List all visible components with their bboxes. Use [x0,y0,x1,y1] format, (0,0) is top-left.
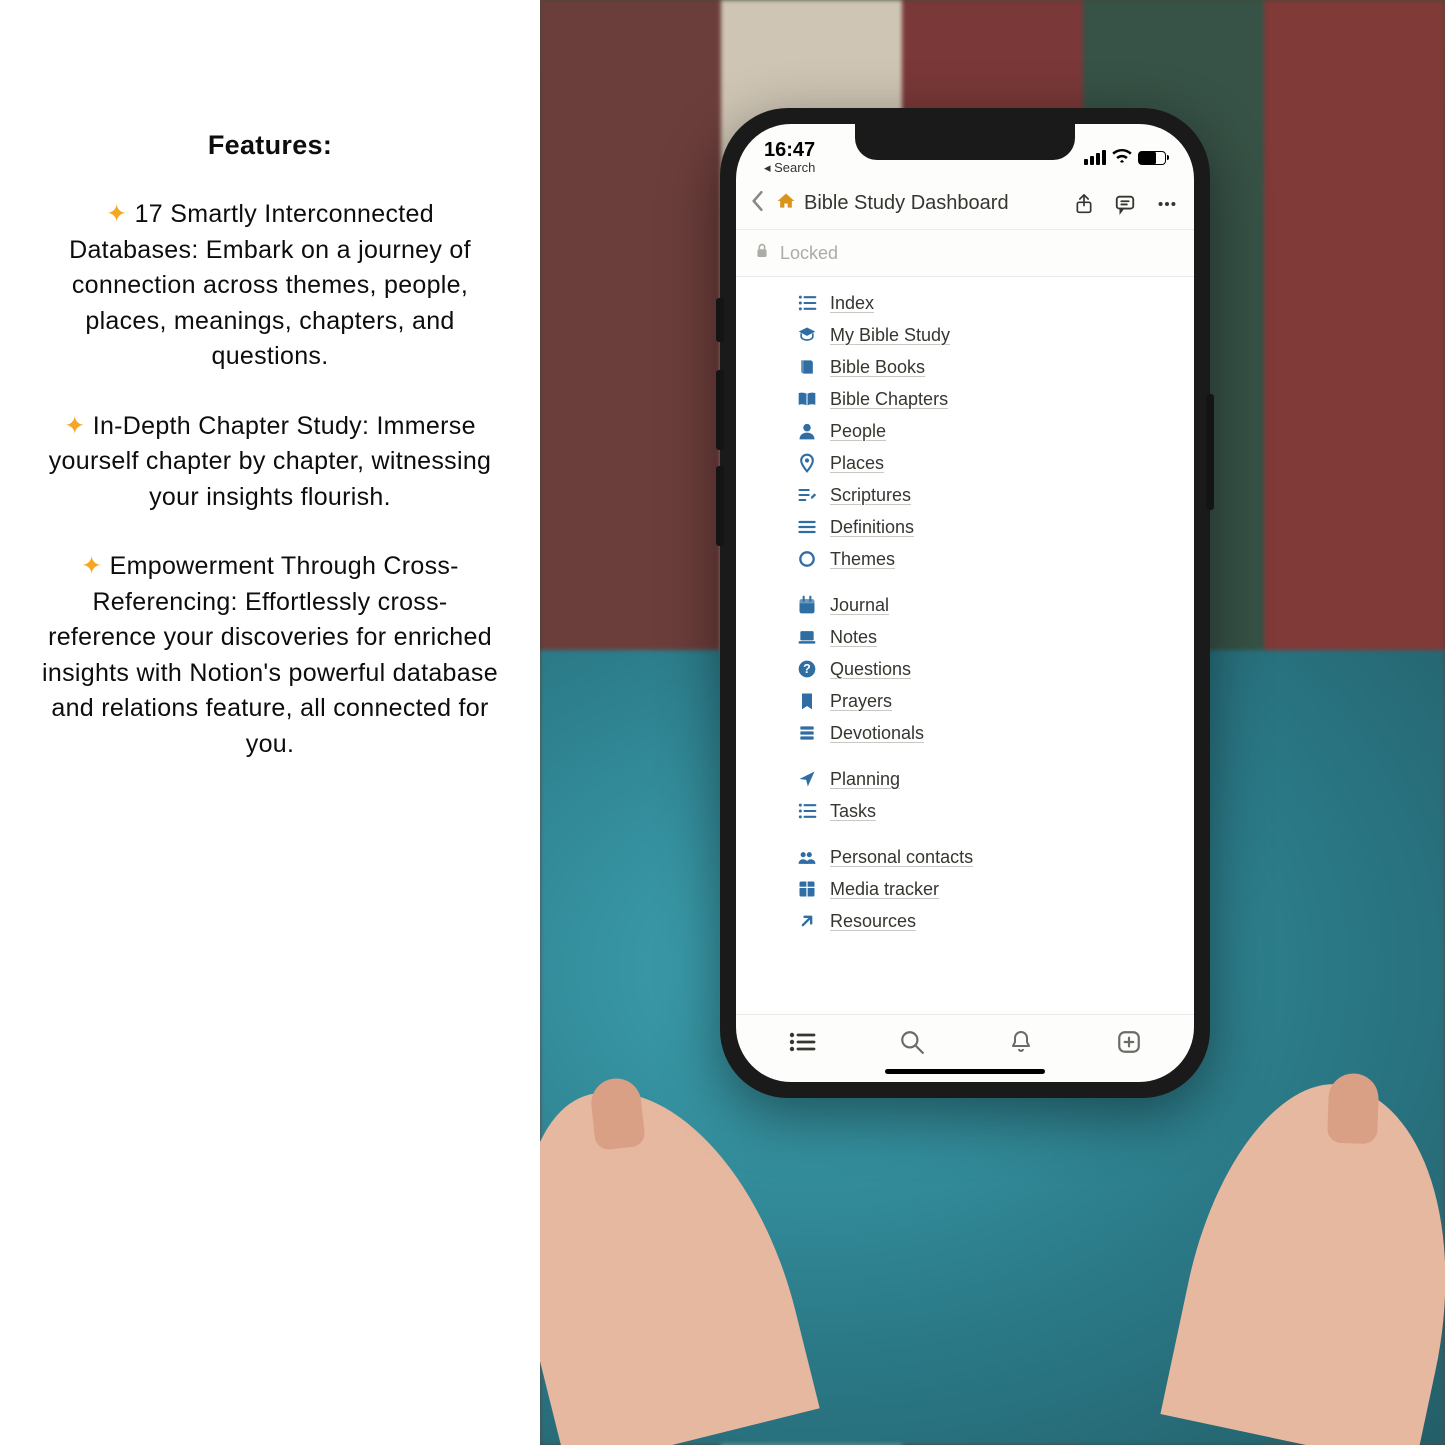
page-link-journal[interactable]: Journal [796,589,1194,621]
open-book-icon [796,389,818,409]
link-label: People [830,421,886,442]
link-label: My Bible Study [830,325,950,346]
feature-3-text: Empowerment Through Cross-Referencing: E… [42,552,498,758]
pin-icon [796,453,818,473]
bookmark-icon [796,691,818,711]
page-link-prayers[interactable]: Prayers [796,685,1194,717]
marketing-text-panel: Features: ✦ 17 Smartly Interconnected Da… [0,0,540,1445]
page-link-my-bible-study[interactable]: My Bible Study [796,319,1194,351]
link-label: Bible Chapters [830,389,948,410]
index-icon [796,293,818,313]
page-link-places[interactable]: Places [796,447,1194,479]
page-link-notes[interactable]: Notes [796,621,1194,653]
locked-bar: Locked [736,229,1194,277]
link-label: Journal [830,595,889,616]
page-title[interactable]: Bible Study Dashboard [804,192,1066,215]
features-title: Features: [40,130,500,161]
person-icon [796,421,818,441]
index-icon [796,801,818,821]
link-label: Tasks [830,801,876,822]
link-label: Resources [830,911,916,932]
page-link-tasks[interactable]: Tasks [796,795,1194,827]
grid-icon [796,879,818,899]
feature-1-text: 17 Smartly Interconnected Databases: Emb… [69,200,471,370]
home-indicator[interactable] [885,1069,1045,1074]
lock-icon [754,242,770,264]
page-link-resources[interactable]: Resources [796,905,1194,937]
link-label: Devotionals [830,723,924,744]
link-label: Scriptures [830,485,911,506]
wifi-icon [1112,146,1132,169]
feature-2-text: In-Depth Chapter Study: Immerse yourself… [49,412,492,511]
page-link-scriptures[interactable]: Scriptures [796,479,1194,511]
nav-bar: Bible Study Dashboard [736,184,1194,229]
page-link-bible-chapters[interactable]: Bible Chapters [796,383,1194,415]
link-label: Index [830,293,874,314]
nav-icon [796,769,818,789]
phone-frame: 16:47 ◂ Search Bible Stud [720,108,1210,1098]
list-tab-icon[interactable] [788,1030,816,1054]
status-back-source[interactable]: ◂ Search [764,161,815,175]
battery-icon [1138,151,1166,165]
search-tab-icon[interactable] [899,1029,925,1055]
page-link-media-tracker[interactable]: Media tracker [796,873,1194,905]
link-label: Media tracker [830,879,939,900]
page-link-definitions[interactable]: Definitions [796,511,1194,543]
sparkle-icon: ✦ [64,412,85,440]
locked-text: Locked [780,243,838,264]
photo-panel: 16:47 ◂ Search Bible Stud [540,0,1445,1445]
link-label: Planning [830,769,900,790]
arrow-ne-icon [796,911,818,931]
signal-icon [1084,150,1106,165]
page-content[interactable]: Index My Bible Study Bible Books Bible Chap… [736,277,1194,1014]
phone-screen: 16:47 ◂ Search Bible Stud [736,124,1194,1082]
question-icon: ? [796,659,818,679]
back-button[interactable] [746,188,768,219]
link-label: Bible Books [830,357,925,378]
comment-icon[interactable] [1114,193,1136,215]
circle-icon [796,549,818,569]
new-tab-icon[interactable] [1116,1029,1142,1055]
page-link-themes[interactable]: Themes [796,543,1194,575]
home-icon [776,191,796,216]
hands [550,1065,1435,1445]
more-icon[interactable] [1156,193,1178,215]
link-label: Themes [830,549,895,570]
phone-notch [855,124,1075,160]
link-label: Personal contacts [830,847,973,868]
page-link-devotionals[interactable]: Devotionals [796,717,1194,749]
feature-1: ✦ 17 Smartly Interconnected Databases: E… [40,197,500,375]
page-link-index[interactable]: Index [796,287,1194,319]
link-label: Prayers [830,691,892,712]
lines-icon [796,517,818,537]
svg-text:?: ? [803,662,811,676]
bottom-tab-bar [736,1014,1194,1063]
pencil-list-icon [796,485,818,505]
sparkle-icon: ✦ [106,200,127,228]
sparkle-icon: ✦ [81,552,102,580]
calendar-icon [796,595,818,615]
page-link-bible-books[interactable]: Bible Books [796,351,1194,383]
page-link-planning[interactable]: Planning [796,763,1194,795]
link-label: Notes [830,627,877,648]
status-time: 16:47 [764,140,815,161]
page-link-personal-contacts[interactable]: Personal contacts [796,841,1194,873]
link-label: Questions [830,659,911,680]
stack-icon [796,723,818,743]
feature-3: ✦ Empowerment Through Cross-Referencing:… [40,549,500,762]
link-label: Places [830,453,884,474]
page-link-people[interactable]: People [796,415,1194,447]
share-icon[interactable] [1074,193,1094,215]
feature-2: ✦ In-Depth Chapter Study: Immerse yourse… [40,409,500,516]
link-label: Definitions [830,517,914,538]
book-icon [796,357,818,377]
grad-icon [796,325,818,345]
people-icon [796,847,818,867]
laptop-icon [796,627,818,647]
page-link-questions[interactable]: ? Questions [796,653,1194,685]
notifications-tab-icon[interactable] [1009,1029,1033,1055]
